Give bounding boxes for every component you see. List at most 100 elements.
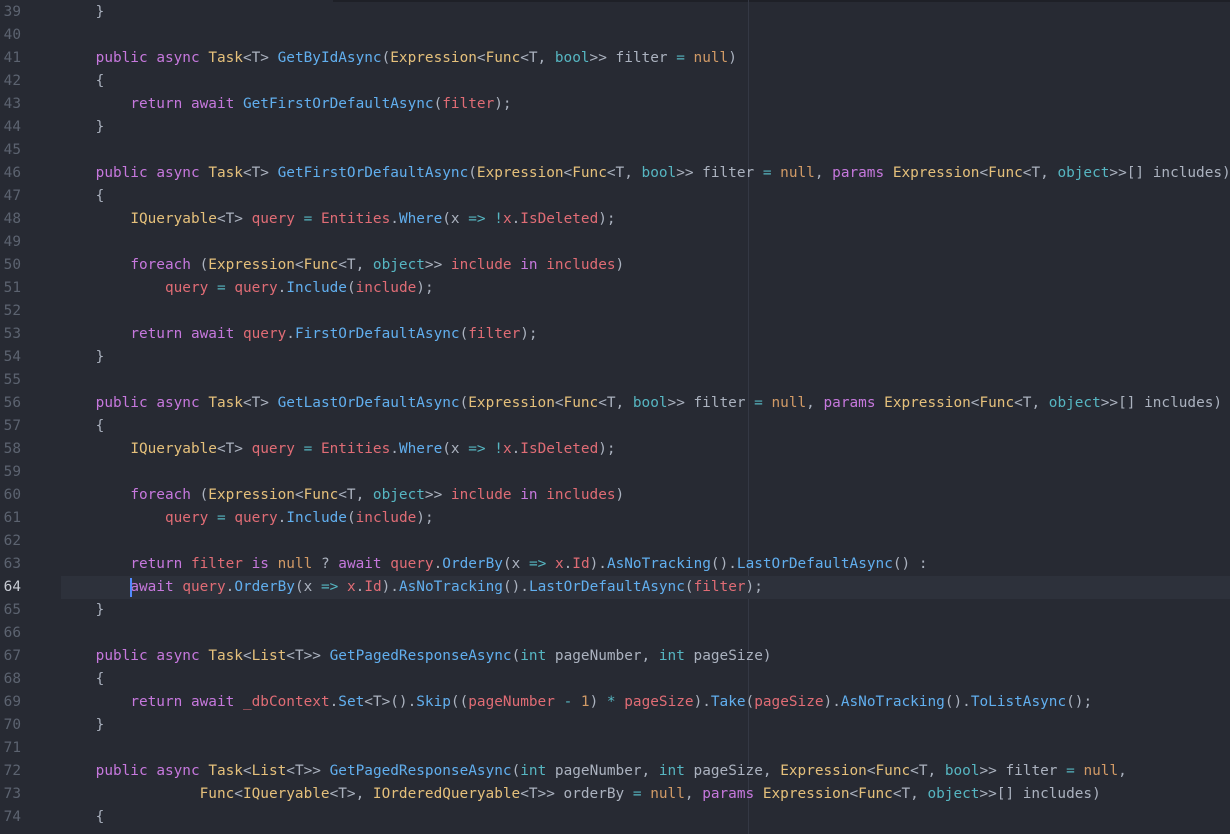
code-text[interactable]: {	[61, 668, 105, 691]
code-line[interactable]: 74 {	[0, 806, 1230, 829]
code-line[interactable]: 46 public async Task<T> GetFirstOrDefaul…	[0, 162, 1230, 185]
code-text[interactable]: }	[61, 599, 105, 622]
code-token: IQueryable	[130, 211, 217, 227]
code-text[interactable]: public async Task<List<T>> GetPagedRespo…	[61, 645, 772, 668]
code-line[interactable]: 48 IQueryable<T> query = Entities.Where(…	[0, 208, 1230, 231]
code-text[interactable]: }	[61, 1, 105, 24]
code-line[interactable]: 40	[0, 24, 1230, 47]
code-line[interactable]: 67 public async Task<List<T>> GetPagedRe…	[0, 645, 1230, 668]
code-token: bool	[554, 50, 590, 66]
code-token: ().	[944, 694, 971, 710]
code-line[interactable]: 56 public async Task<T> GetLastOrDefault…	[0, 392, 1230, 415]
code-line[interactable]: 70 }	[0, 714, 1230, 737]
code-token: foreach	[130, 257, 191, 273]
code-token: ).	[823, 694, 841, 710]
code-token: <T>	[216, 211, 252, 227]
code-token: <	[866, 763, 876, 779]
code-line[interactable]: 57 {	[0, 415, 1230, 438]
code-text[interactable]: foreach (Expression<Func<T, object>> inc…	[61, 254, 624, 277]
line-number: 53	[3, 326, 21, 342]
code-token: pageSize	[624, 694, 694, 710]
code-line[interactable]: 72 public async Task<List<T>> GetPagedRe…	[0, 760, 1230, 783]
code-line[interactable]: 62	[0, 530, 1230, 553]
code-line[interactable]: 47 {	[0, 185, 1230, 208]
code-line[interactable]: 71	[0, 737, 1230, 760]
code-text[interactable]: {	[61, 70, 105, 93]
code-token: =>	[468, 441, 486, 457]
code-editor[interactable]: 39 } 40 41 public async Task<T> GetByIdAsy…	[0, 0, 1230, 834]
code-text[interactable]: public async Task<T> GetLastOrDefaultAsy…	[61, 392, 1222, 415]
line-number: 72	[3, 763, 21, 779]
code-line[interactable]: 45	[0, 139, 1230, 162]
code-line[interactable]: 66	[0, 622, 1230, 645]
code-line[interactable]: 50 foreach (Expression<Func<T, object>> …	[0, 254, 1230, 277]
code-text[interactable]: query = query.Include(include);	[61, 277, 434, 300]
code-text[interactable]: IQueryable<T> query = Entities.Where(x =…	[61, 438, 615, 461]
code-token: async	[156, 763, 200, 779]
code-text[interactable]: return await query.FirstOrDefaultAsync(f…	[61, 323, 537, 346]
code-text[interactable]: public async Task<T> GetFirstOrDefaultAs…	[61, 162, 1230, 185]
code-token: );	[416, 510, 434, 526]
code-line[interactable]: 68 {	[0, 668, 1230, 691]
code-line[interactable]: 53 return await query.FirstOrDefaultAsyn…	[0, 323, 1230, 346]
line-number: 47	[3, 188, 21, 204]
code-token: <	[242, 648, 252, 664]
code-line[interactable]: 55	[0, 369, 1230, 392]
code-line[interactable]: 43 return await GetFirstOrDefaultAsync(f…	[0, 93, 1230, 116]
code-token: (	[190, 257, 209, 273]
code-text[interactable]: }	[61, 346, 105, 369]
code-text[interactable]: await query.OrderBy(x => x.Id).AsNoTrack…	[61, 576, 763, 599]
code-line[interactable]: 39 }	[0, 1, 1230, 24]
code-text[interactable]: {	[61, 806, 105, 829]
code-text[interactable]: public async Task<List<T>> GetPagedRespo…	[61, 760, 1127, 783]
code-line[interactable]: 59	[0, 461, 1230, 484]
code-line[interactable]: 58 IQueryable<T> query = Entities.Where(…	[0, 438, 1230, 461]
code-token: }	[61, 119, 105, 135]
code-text[interactable]: Func<IQueryable<T>, IOrderedQueryable<T>…	[61, 783, 1101, 806]
code-line[interactable]: 61 query = query.Include(include);	[0, 507, 1230, 530]
code-text[interactable]: {	[61, 185, 105, 208]
code-token: <	[979, 165, 989, 181]
code-line[interactable]: 52	[0, 300, 1230, 323]
code-text[interactable]: query = query.Include(include);	[61, 507, 434, 530]
code-token: query	[164, 510, 209, 526]
code-text[interactable]: foreach (Expression<Func<T, object>> inc…	[61, 484, 624, 507]
code-token: Expression	[390, 50, 477, 66]
code-line[interactable]: 64 await query.OrderBy(x => x.Id).AsNoTr…	[0, 576, 1230, 599]
code-text[interactable]: public async Task<T> GetByIdAsync(Expres…	[61, 47, 737, 70]
code-line[interactable]: 51 query = query.Include(include);	[0, 277, 1230, 300]
code-text[interactable]: return filter is null ? await query.Orde…	[61, 553, 927, 576]
code-token: await	[130, 579, 174, 595]
code-token: .	[286, 326, 295, 342]
code-text[interactable]: {	[61, 415, 105, 438]
code-token: ,	[806, 395, 824, 411]
code-text[interactable]: return await _dbContext.Set<T>().Skip((p…	[61, 691, 1092, 714]
code-line[interactable]: 60 foreach (Expression<Func<T, object>> …	[0, 484, 1230, 507]
code-line[interactable]: 44 }	[0, 116, 1230, 139]
code-token: <	[563, 165, 573, 181]
code-line[interactable]: 41 public async Task<T> GetByIdAsync(Exp…	[0, 47, 1230, 70]
code-text[interactable]: return await GetFirstOrDefaultAsync(filt…	[61, 93, 511, 116]
code-line[interactable]: 65 }	[0, 599, 1230, 622]
code-token: query	[251, 441, 295, 457]
code-text[interactable]: }	[61, 714, 105, 737]
code-line[interactable]: 49	[0, 231, 1230, 254]
code-text[interactable]: }	[61, 116, 105, 139]
code-line[interactable]: 63 return filter is null ? await query.O…	[0, 553, 1230, 576]
code-token: Expression	[780, 763, 867, 779]
code-line[interactable]: 69 return await _dbContext.Set<T>().Skip…	[0, 691, 1230, 714]
code-line[interactable]: 73 Func<IQueryable<T>, IOrderedQueryable…	[0, 783, 1230, 806]
code-line[interactable]: 54 }	[0, 346, 1230, 369]
code-line[interactable]: 42 {	[0, 70, 1230, 93]
code-token: null	[650, 786, 685, 802]
code-text[interactable]: IQueryable<T> query = Entities.Where(x =…	[61, 208, 615, 231]
